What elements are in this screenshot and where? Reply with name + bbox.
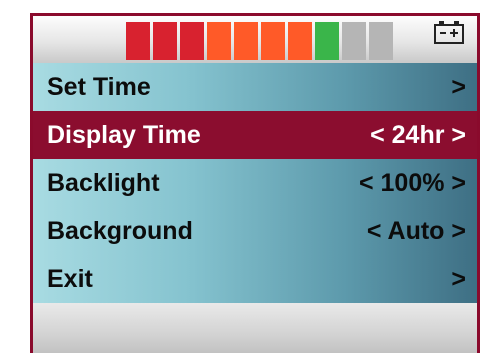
battery-segment: [234, 22, 258, 60]
battery-level-bar: [126, 22, 393, 60]
menu-item-background[interactable]: Background < Auto >: [33, 207, 477, 255]
menu-item-exit[interactable]: Exit >: [33, 255, 477, 303]
menu-item-label: Background: [47, 216, 193, 245]
menu-item-value: < Auto >: [366, 216, 466, 245]
battery-segment: [261, 22, 285, 60]
menu-item-value: < 100% >: [358, 168, 466, 197]
status-footer: [33, 303, 477, 353]
settings-menu: Set Time > Display Time < 24hr > Backlig…: [33, 63, 477, 303]
battery-segment: [153, 22, 177, 60]
battery-segment: [315, 22, 339, 60]
menu-item-value: < 24hr >: [370, 120, 466, 149]
display-screen: Set Time > Display Time < 24hr > Backlig…: [30, 13, 480, 353]
battery-segment: [126, 22, 150, 60]
battery-segment: [180, 22, 204, 60]
battery-icon: [434, 21, 464, 44]
menu-item-value: >: [451, 264, 466, 293]
battery-segment: [369, 22, 393, 60]
battery-segment: [288, 22, 312, 60]
status-header: [33, 16, 477, 63]
menu-item-label: Exit: [47, 264, 93, 293]
battery-segment: [207, 22, 231, 60]
menu-item-display-time[interactable]: Display Time < 24hr >: [33, 111, 477, 159]
menu-item-label: Display Time: [47, 120, 201, 149]
menu-item-label: Backlight: [47, 168, 160, 197]
battery-segment: [342, 22, 366, 60]
menu-item-value: >: [451, 72, 466, 101]
menu-item-label: Set Time: [47, 72, 151, 101]
menu-item-set-time[interactable]: Set Time >: [33, 63, 477, 111]
menu-item-backlight[interactable]: Backlight < 100% >: [33, 159, 477, 207]
